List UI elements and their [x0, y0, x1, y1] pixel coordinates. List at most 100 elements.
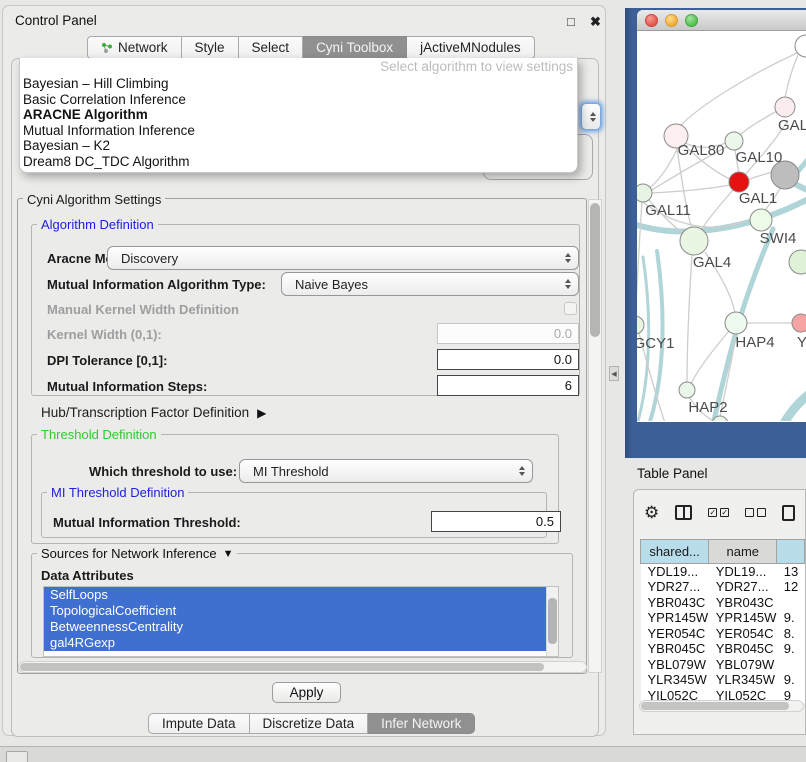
tab-select[interactable]: Select — [239, 36, 304, 59]
screen: Control Panel □ ✖ NetworkStyleSelectCyni… — [0, 0, 806, 762]
column-header-name[interactable]: name — [709, 540, 777, 564]
table-cell: 13 — [777, 564, 805, 580]
table-cell: YBR043C — [641, 595, 709, 611]
stepper-arrows-icon — [558, 279, 578, 289]
mi-threshold-field[interactable] — [431, 511, 561, 532]
expand-right-icon: ▶ — [257, 406, 266, 420]
tab-cyni-toolbox[interactable]: Cyni Toolbox — [303, 36, 407, 59]
data-attributes-list[interactable]: SelfLoopsTopologicalCoefficientBetweenne… — [43, 586, 559, 657]
tab-style[interactable]: Style — [182, 36, 239, 59]
node-label-gal4: GAL4 — [693, 254, 731, 271]
table-cell: YDR27... — [709, 579, 777, 595]
table-cell: 12 — [777, 579, 805, 595]
attribute-item-betweennesscentrality[interactable]: BetweennessCentrality — [44, 619, 546, 635]
attribute-item-selfloops[interactable]: SelfLoops — [44, 587, 546, 603]
table-cell: YER054C — [709, 626, 777, 642]
mi-steps-label: Mutual Information Steps: — [47, 379, 207, 394]
network-node-gal[interactable] — [775, 97, 795, 117]
table-cell: YER054C — [641, 626, 709, 642]
tab-label: Select — [252, 37, 290, 58]
network-node-hap2[interactable] — [679, 382, 695, 398]
dpi-tolerance-label: DPI Tolerance [0,1]: — [47, 353, 167, 368]
which-threshold-select[interactable]: MI Threshold — [239, 459, 533, 483]
table-row[interactable]: YBL079WYBL079W — [641, 657, 805, 673]
table-cell: YPR145W — [641, 610, 709, 626]
table-panel: ⚙ ✓✓ shared...name YDL19...YDL19...13YDR… — [633, 489, 806, 735]
dpi-tolerance-field[interactable] — [437, 349, 579, 370]
algorithm-option-aracne-algorithm[interactable]: ARACNE Algorithm — [20, 107, 577, 123]
network-canvas[interactable]: GALGAL80GAL10GAL1GAL11SWI4GAL4GCY1HAP4YH… — [637, 31, 806, 421]
float-window-icon[interactable]: □ — [567, 14, 575, 29]
algorithm-option-mutual-information-inference[interactable]: Mutual Information Inference — [20, 123, 577, 139]
network-node-swi4[interactable] — [750, 209, 772, 231]
tab-network[interactable]: Network — [87, 36, 182, 59]
network-node-gal11[interactable] — [637, 184, 652, 202]
close-icon[interactable]: ✖ — [590, 14, 601, 30]
mi-steps-field[interactable] — [437, 375, 579, 396]
splitter-collapse-button[interactable]: ◀ — [609, 366, 619, 381]
gear-icon[interactable]: ⚙ — [644, 503, 659, 523]
network-node-gal10[interactable] — [725, 132, 743, 150]
stepper-arrows-icon — [558, 253, 578, 263]
zoom-traffic-light[interactable] — [685, 14, 698, 27]
settings-hscrollbar-thumb[interactable] — [20, 663, 544, 671]
tab-jactivemnodules[interactable]: jActiveMNodules — [407, 36, 535, 59]
close-traffic-light[interactable] — [645, 14, 658, 27]
column-header-3[interactable] — [777, 540, 805, 564]
mi-algorithm-type-select[interactable]: Naive Bayes — [281, 272, 579, 296]
table-row[interactable]: YLR345WYLR345W9. — [641, 672, 805, 688]
sources-group-title[interactable]: Sources for Network Inference ▼ — [37, 546, 237, 561]
network-node-gal1[interactable] — [729, 172, 749, 192]
bottom-tabbar: Impute DataDiscretize DataInfer Network — [148, 713, 475, 734]
hub-definition-toggle[interactable]: Hub/Transcription Factor Definition ▶ — [41, 405, 266, 420]
table-cell: 9. — [777, 672, 805, 688]
algorithm-option-bayesian-k2[interactable]: Bayesian – K2 — [20, 138, 577, 154]
algorithm-option-bayesian-hill-climbing[interactable]: Bayesian – Hill Climbing — [20, 76, 577, 92]
settings-group-title: Cyni Algorithm Settings — [23, 192, 165, 207]
node-label-y: Y — [797, 334, 806, 351]
aracne-mode-select[interactable]: Discovery — [107, 246, 579, 270]
table-hscrollbar-thumb[interactable] — [641, 702, 789, 710]
network-node[interactable] — [789, 250, 806, 274]
table-cell: YDL19... — [709, 564, 777, 580]
aracne-mode-value: Discovery — [121, 251, 178, 266]
network-node-labels: GALGAL80GAL10GAL1GAL11SWI4GAL4GCY1HAP4YH… — [637, 117, 806, 416]
page-icon[interactable] — [782, 505, 795, 521]
select-all-icon[interactable]: ✓✓ — [708, 508, 729, 517]
table-row[interactable]: YBR043CYBR043C — [641, 595, 805, 611]
kernel-width-field — [437, 323, 579, 344]
algorithm-option-list: Bayesian – Hill ClimbingBasic Correlatio… — [20, 76, 577, 169]
table-row[interactable]: YDR27...YDR27...12 — [641, 579, 805, 595]
tab-infer-network[interactable]: Infer Network — [368, 713, 475, 734]
node-label-gal1: GAL1 — [739, 190, 777, 207]
algorithm-option-basic-correlation-inference[interactable]: Basic Correlation Inference — [20, 92, 577, 108]
table-row[interactable]: YDL19...YDL19...13 — [641, 564, 805, 580]
node-label-gal: GAL — [778, 117, 806, 134]
minimize-traffic-light[interactable] — [665, 14, 678, 27]
tab-impute-data[interactable]: Impute Data — [148, 713, 250, 734]
network-node-y[interactable] — [792, 314, 806, 332]
network-node-gal4[interactable] — [680, 227, 708, 255]
table-row[interactable]: YBR045CYBR045C9. — [641, 641, 805, 657]
apply-button[interactable]: Apply — [272, 682, 341, 703]
settings-vscrollbar-thumb[interactable] — [590, 203, 600, 337]
table-row[interactable]: YPR145WYPR145W9. — [641, 610, 805, 626]
attribute-item-topologicalcoefficient[interactable]: TopologicalCoefficient — [44, 603, 546, 619]
network-window-titlebar[interactable] — [637, 10, 806, 31]
attribute-item-gal4rgexp[interactable]: gal4RGexp — [44, 635, 546, 651]
algorithm-option-dream8-dc-tdc-algorithm[interactable]: Dream8 DC_TDC Algorithm — [20, 154, 577, 170]
network-node-hap4[interactable] — [725, 312, 747, 334]
stepper-arrows-icon — [512, 466, 532, 476]
algorithm-definition-title: Algorithm Definition — [37, 217, 158, 232]
column-header-shared[interactable]: shared... — [641, 540, 709, 564]
bottom-strip-button[interactable] — [6, 751, 28, 762]
tab-discretize-data[interactable]: Discretize Data — [250, 713, 369, 734]
network-graph: GALGAL80GAL10GAL1GAL11SWI4GAL4GCY1HAP4YH… — [637, 31, 806, 421]
deselect-all-icon[interactable] — [745, 508, 766, 517]
table-row[interactable]: YER054CYER054C8. — [641, 626, 805, 642]
network-node-gcy1[interactable] — [637, 316, 644, 334]
attributes-scrollbar-thumb[interactable] — [548, 598, 557, 644]
columns-icon[interactable] — [675, 505, 692, 520]
table-cell: YBL079W — [709, 657, 777, 673]
table-cell: YBR045C — [641, 641, 709, 657]
